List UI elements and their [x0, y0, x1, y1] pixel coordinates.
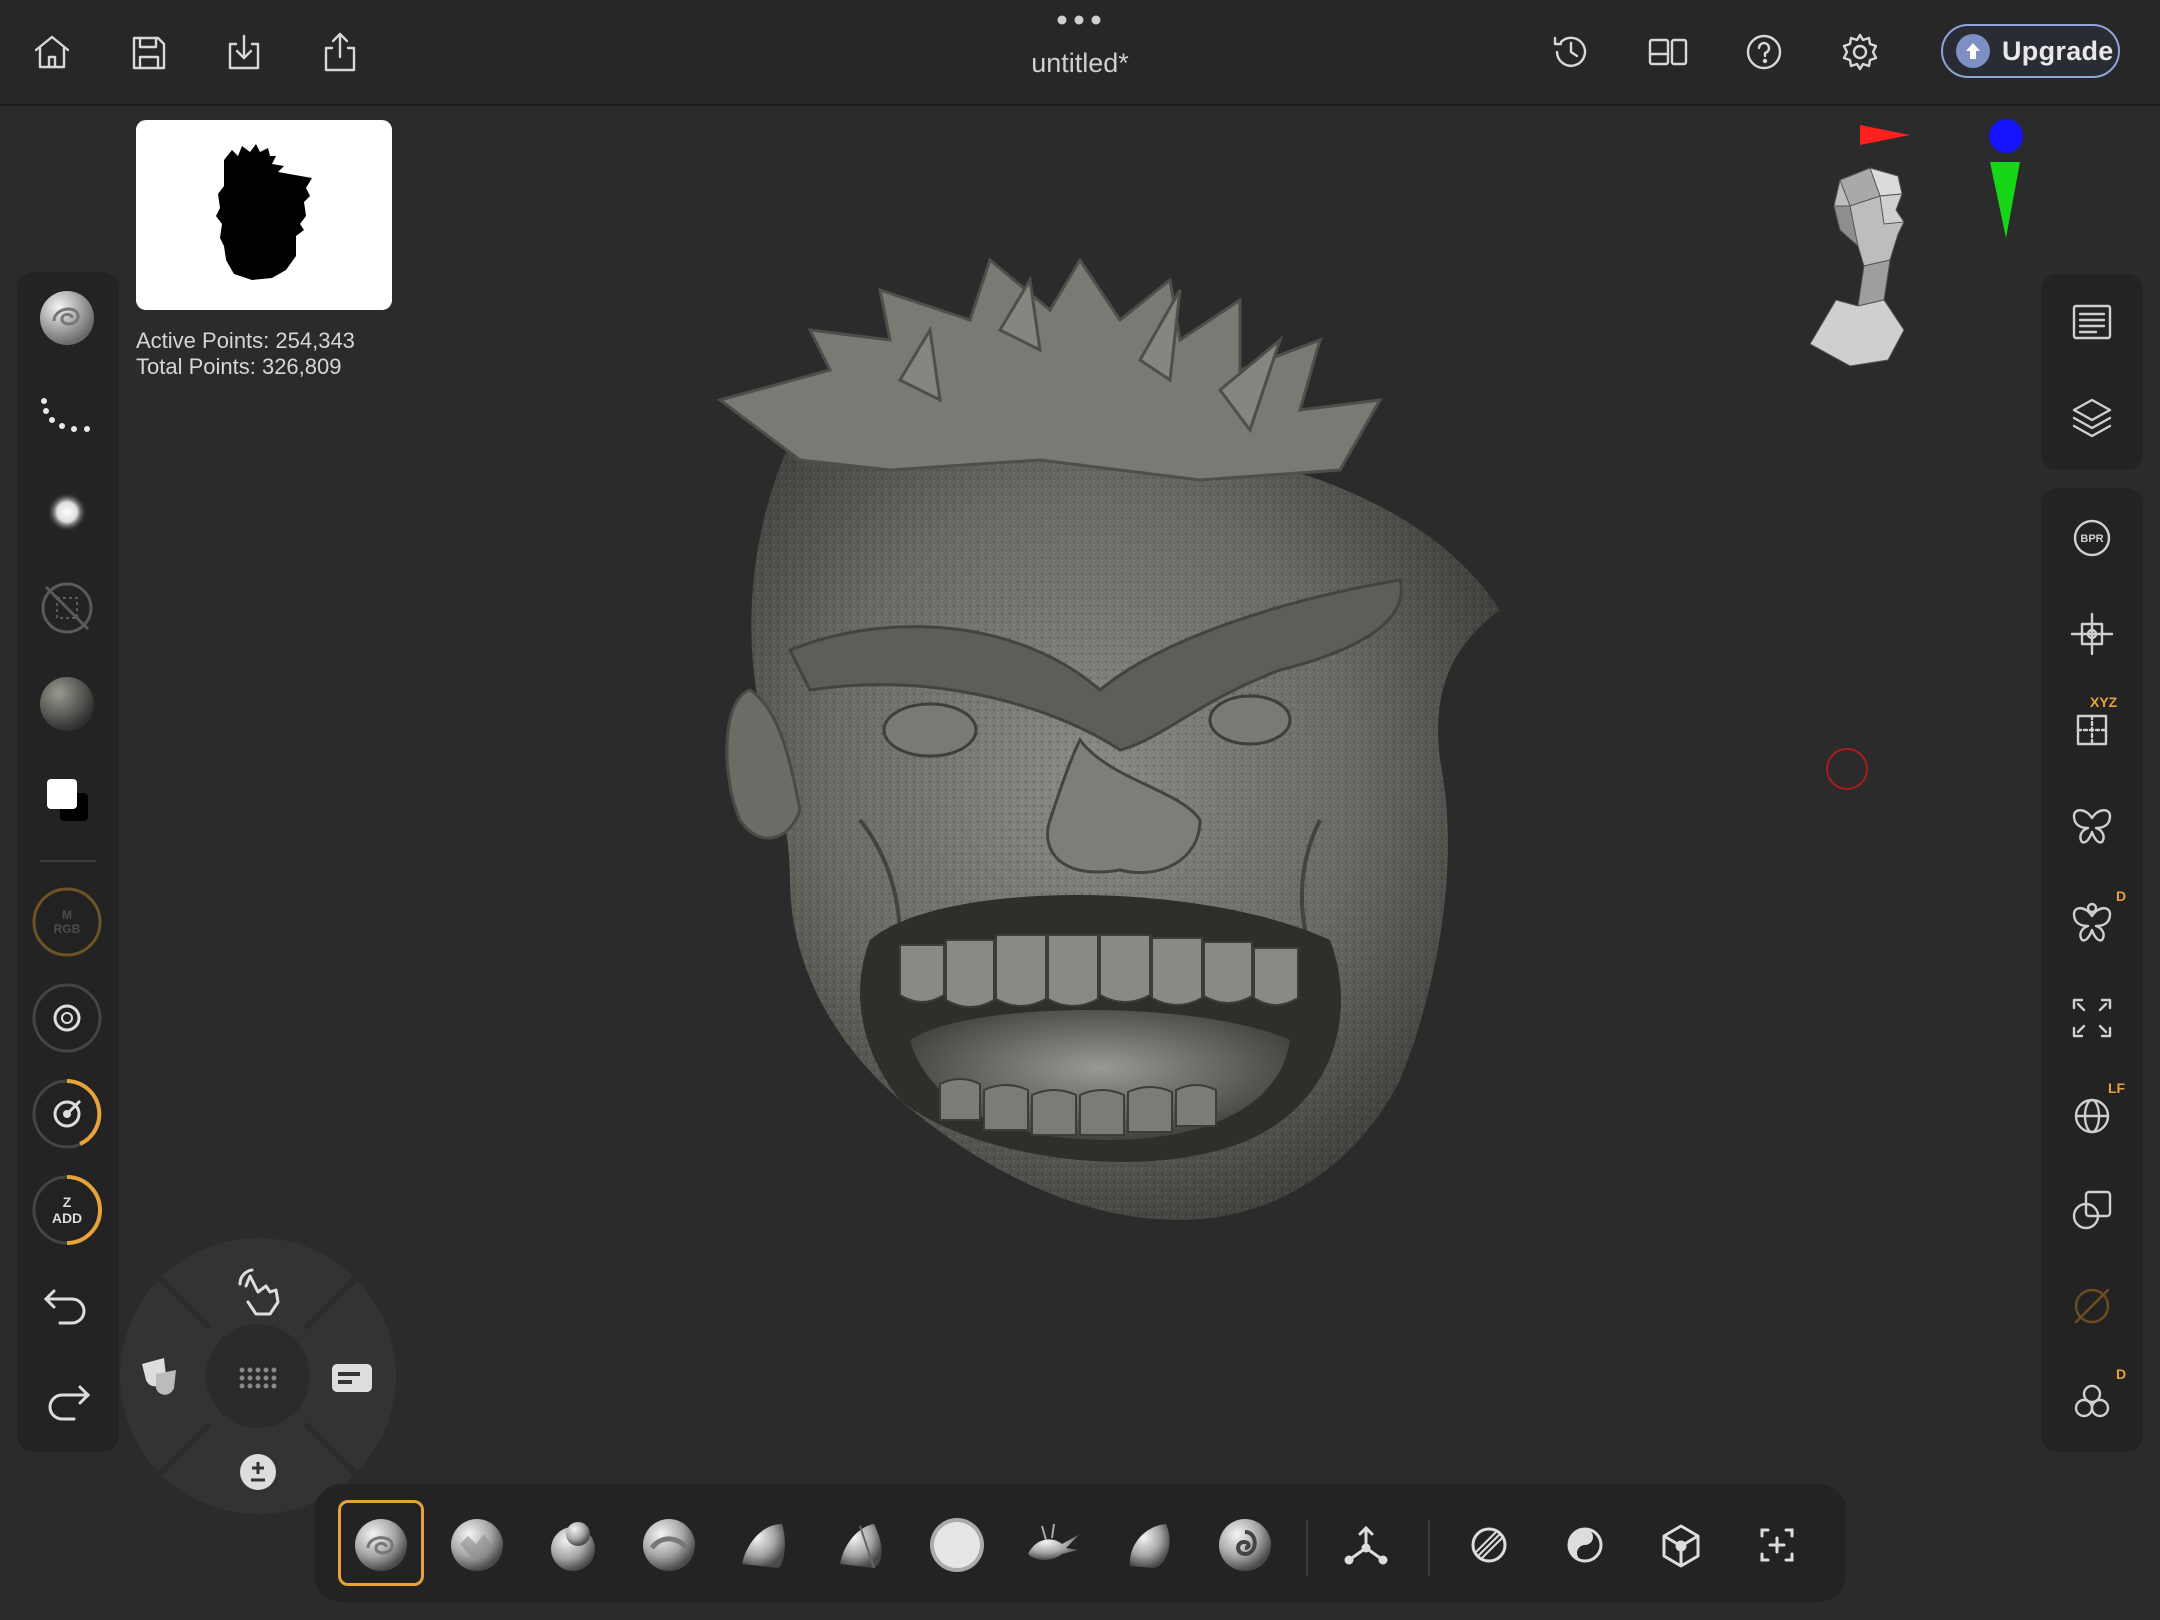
document-list-icon[interactable] [2050, 280, 2134, 364]
settings-icon[interactable] [1832, 24, 1888, 80]
brush-cursor [1826, 748, 1868, 790]
inflate-brush[interactable] [922, 1510, 992, 1580]
xyz-badge: XYZ [2090, 694, 2118, 710]
point-stats: Active Points: 254,343 Total Points: 326… [136, 328, 355, 380]
document-title: untitled* [1031, 48, 1129, 78]
upgrade-arrow-icon [1956, 34, 1990, 68]
color-swatch-icon[interactable] [25, 756, 109, 840]
mask-brush-icon[interactable] [1454, 1510, 1524, 1580]
head-silhouette [216, 144, 312, 280]
silhouette-thumbnail[interactable] [136, 120, 392, 310]
clay-tubes-brush[interactable] [442, 1510, 512, 1580]
smooth-brush[interactable] [1114, 1510, 1184, 1580]
brush-tray-divider-2 [1428, 1520, 1430, 1576]
solo-off-icon[interactable] [2050, 1264, 2134, 1348]
right-eye [1208, 694, 1292, 746]
more-menu-icon[interactable] [1056, 14, 1102, 26]
svg-text:BPR: BPR [2080, 533, 2103, 545]
plus-minus-icon [240, 1454, 276, 1490]
add-geometry-icon[interactable] [1742, 1510, 1812, 1580]
draw-size-icon[interactable] [25, 1072, 109, 1156]
alpha-icon[interactable] [25, 470, 109, 554]
svg-text:Z: Z [63, 1194, 72, 1210]
zadd-toggle[interactable]: Z ADD [25, 1168, 109, 1252]
stroke-type-icon[interactable] [25, 372, 109, 456]
share-icon[interactable] [312, 24, 368, 80]
undo-icon[interactable] [25, 1264, 109, 1348]
standard-brush[interactable] [538, 1510, 608, 1580]
navigation-head-widget[interactable] [1780, 110, 2040, 380]
brush-picker-icon[interactable] [25, 276, 109, 360]
hair-spikes [716, 257, 1383, 482]
history-icon[interactable] [1543, 24, 1599, 80]
clay-buildup-brush[interactable] [346, 1510, 416, 1580]
move-brush[interactable] [634, 1510, 704, 1580]
transparency-icon[interactable] [2050, 1168, 2134, 1252]
help-icon[interactable] [1736, 24, 1792, 80]
sculpt-viewport[interactable] [640, 220, 1540, 1360]
import-icon[interactable] [216, 24, 272, 80]
trim-dynamic-brush[interactable] [730, 1510, 800, 1580]
polygroup-cube-icon[interactable] [1646, 1510, 1716, 1580]
svg-text:M: M [62, 908, 72, 922]
transform-gizmo-icon[interactable] [1331, 1510, 1401, 1580]
symmetry-butterfly-icon[interactable] [2050, 784, 2134, 868]
head-figure [1809, 167, 1905, 367]
active-points-label: Active Points: 254,343 [136, 328, 355, 353]
left-toolbar-divider [40, 860, 96, 862]
bpr-render-button[interactable]: BPR [2050, 496, 2134, 580]
svg-text:RGB: RGB [54, 922, 81, 936]
dam-standard-brush[interactable] [1210, 1510, 1280, 1580]
total-points-label: Total Points: 326,809 [136, 354, 342, 379]
snakehook-brush[interactable] [1018, 1510, 1088, 1580]
brush-tray-divider [1306, 1520, 1308, 1576]
menu-panel-icon [332, 1364, 372, 1392]
layout-icon[interactable] [1640, 24, 1696, 80]
axis-x-arrow [1860, 125, 1910, 145]
material-icon[interactable] [25, 662, 109, 746]
home-icon[interactable] [24, 24, 80, 80]
texture-off-icon[interactable] [25, 566, 109, 650]
radial-menu [120, 1238, 396, 1514]
upgrade-label: Upgrade [2002, 35, 2114, 66]
gizmo-icon[interactable] [2050, 592, 2134, 676]
left-eye [882, 702, 978, 758]
hpolish-brush[interactable] [826, 1510, 896, 1580]
mrgb-toggle[interactable]: M RGB [25, 880, 109, 964]
upgrade-button[interactable]: Upgrade [1941, 24, 2120, 78]
layers-icon[interactable] [2050, 376, 2134, 460]
save-icon[interactable] [120, 24, 176, 80]
redo-icon[interactable] [25, 1360, 109, 1444]
focal-shift-icon[interactable] [25, 976, 109, 1060]
frame-icon[interactable] [2050, 976, 2134, 1060]
sculpted-head-model [716, 257, 1500, 1220]
axis-y-arrow [1990, 162, 2020, 238]
axis-z-dot [1989, 119, 2023, 153]
dynamic-badge: D [2116, 888, 2127, 904]
select-brush-icon[interactable] [1550, 1510, 1620, 1580]
lf-badge: LF [2108, 1080, 2126, 1096]
upper-teeth [899, 934, 1299, 1008]
subtool-badge: D [2116, 1366, 2127, 1382]
svg-text:ADD: ADD [52, 1210, 82, 1226]
